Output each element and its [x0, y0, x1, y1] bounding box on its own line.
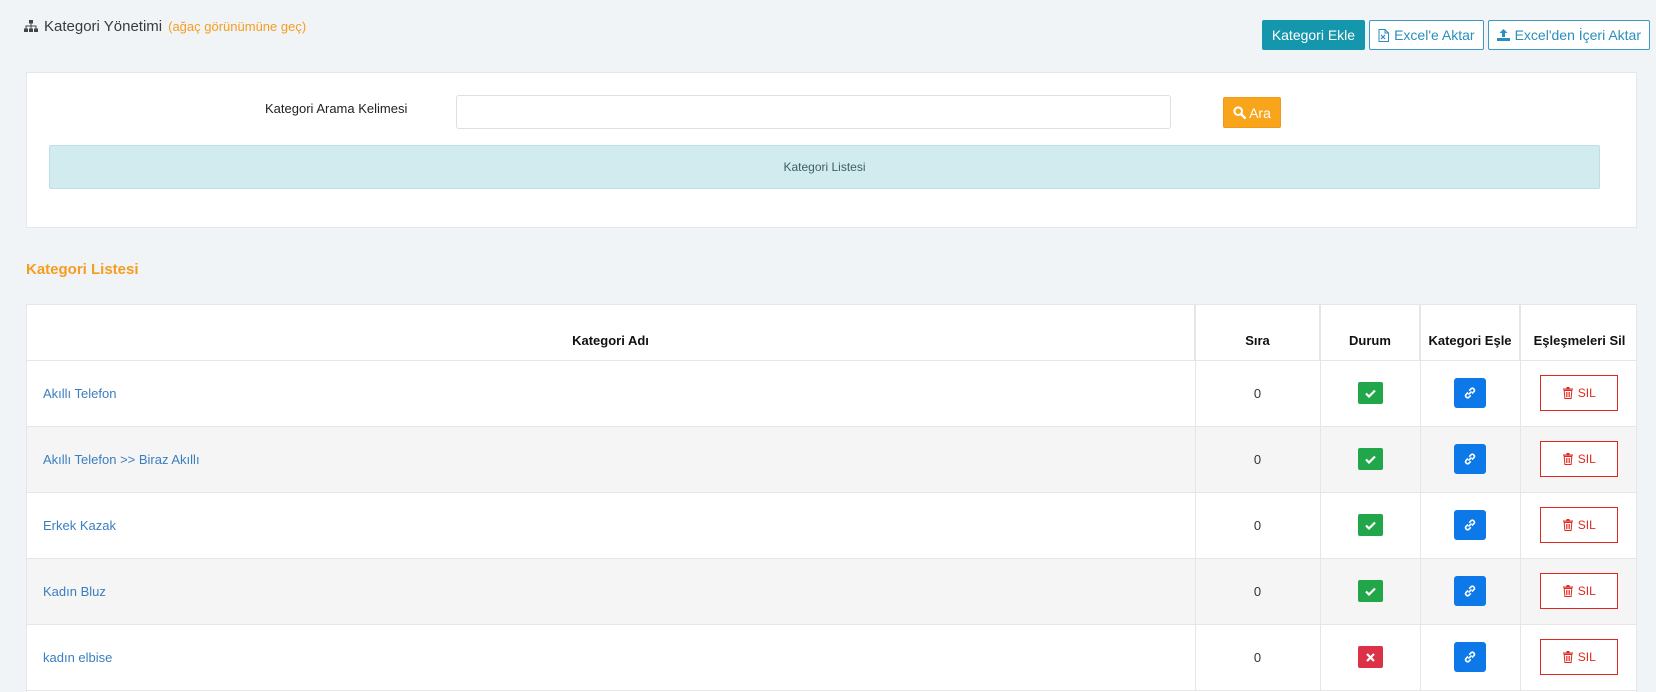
order-cell: 0 — [1195, 360, 1321, 427]
match-cell — [1420, 360, 1521, 427]
match-cell — [1420, 426, 1521, 493]
table-row: Erkek Kazak 0 SIL — [27, 492, 1636, 559]
table-body: Akıllı Telefon 0 SIL Akıllı Telefon >> Bira… — [27, 360, 1636, 691]
match-cell — [1420, 492, 1521, 559]
column-header-order[interactable]: Sıra — [1195, 305, 1321, 361]
unmatch-cell: SIL — [1520, 360, 1636, 427]
link-icon — [1464, 387, 1476, 399]
trash-icon — [1562, 453, 1573, 465]
status-cell — [1320, 426, 1421, 493]
table-row: kadın elbise 0 SIL — [27, 624, 1636, 691]
delete-matches-button[interactable]: SIL — [1540, 441, 1619, 477]
search-icon — [1233, 106, 1247, 119]
column-header-status[interactable]: Durum — [1320, 305, 1421, 361]
status-cell — [1320, 558, 1421, 625]
column-header-match: Kategori Eşle — [1420, 305, 1521, 361]
upload-icon — [1496, 29, 1510, 41]
delete-label: SIL — [1577, 584, 1596, 598]
category-name-link[interactable]: Akıllı Telefon — [43, 386, 116, 401]
category-name-link[interactable]: Akıllı Telefon >> Biraz Akıllı — [43, 452, 200, 467]
search-label: Kategori Arama Kelimesi — [265, 101, 408, 116]
import-excel-button[interactable]: Excel'den İçeri Aktar — [1487, 20, 1650, 50]
delete-label: SIL — [1577, 650, 1596, 664]
category-name-cell: kadın elbise — [27, 624, 1196, 691]
delete-label: SIL — [1577, 386, 1596, 400]
check-icon[interactable] — [1357, 382, 1383, 404]
table-row: Akıllı Telefon 0 SIL — [27, 360, 1636, 427]
trash-icon — [1562, 585, 1573, 597]
link-icon — [1464, 585, 1476, 597]
category-name-cell: Kadın Bluz — [27, 558, 1196, 625]
import-excel-label: Excel'den İçeri Aktar — [1514, 27, 1641, 43]
column-header-unmatch: Eşleşmeleri Sil — [1520, 305, 1636, 361]
order-cell: 0 — [1195, 492, 1321, 559]
check-icon[interactable] — [1357, 514, 1383, 536]
link-icon — [1464, 453, 1476, 465]
category-list-banner: Kategori Listesi — [49, 145, 1600, 189]
add-category-button[interactable]: Kategori Ekle — [1261, 20, 1366, 50]
order-cell: 0 — [1195, 624, 1321, 691]
order-cell: 0 — [1195, 558, 1321, 625]
delete-matches-button[interactable]: SIL — [1540, 507, 1619, 543]
match-category-button[interactable] — [1454, 378, 1486, 408]
check-icon[interactable] — [1357, 448, 1383, 470]
match-category-button[interactable] — [1454, 642, 1486, 672]
category-name-cell: Akıllı Telefon — [27, 360, 1196, 427]
category-name-link[interactable]: Kadın Bluz — [43, 584, 106, 599]
table-row: Kadın Bluz 0 SIL — [27, 558, 1636, 625]
sitemap-icon — [24, 20, 38, 32]
category-name-cell: Erkek Kazak — [27, 492, 1196, 559]
page-title: Kategori Yönetimi — [44, 18, 163, 35]
unmatch-cell: SIL — [1520, 492, 1636, 559]
status-cell — [1320, 360, 1421, 427]
status-cell — [1320, 492, 1421, 559]
check-icon[interactable] — [1357, 580, 1383, 602]
export-excel-label: Excel'e Aktar — [1394, 27, 1475, 43]
top-actions: Kategori Ekle Excel'e Aktar Excel'den İç… — [1261, 20, 1650, 50]
times-icon[interactable] — [1357, 646, 1383, 668]
delete-matches-button[interactable]: SIL — [1540, 375, 1619, 411]
delete-label: SIL — [1577, 452, 1596, 466]
table-row: Akıllı Telefon >> Biraz Akıllı 0 SIL — [27, 426, 1636, 493]
category-name-link[interactable]: Erkek Kazak — [43, 518, 116, 533]
file-excel-icon — [1378, 28, 1390, 42]
match-category-button[interactable] — [1454, 576, 1486, 606]
match-cell — [1420, 558, 1521, 625]
link-icon — [1464, 651, 1476, 663]
delete-matches-button[interactable]: SIL — [1540, 639, 1619, 675]
match-category-button[interactable] — [1454, 510, 1486, 540]
trash-icon — [1562, 651, 1573, 663]
category-table-card: Kategori Adı Sıra Durum Kategori Eşle Eş… — [26, 304, 1637, 692]
unmatch-cell: SIL — [1520, 426, 1636, 493]
trash-icon — [1562, 387, 1573, 399]
unmatch-cell: SIL — [1520, 624, 1636, 691]
search-input[interactable] — [456, 95, 1171, 129]
tree-view-link[interactable]: (ağaç görünümüne geç) — [168, 19, 306, 34]
page-header: Kategori Yönetimi (ağaç görünümüne geç) — [24, 18, 306, 35]
status-cell — [1320, 624, 1421, 691]
search-panel: Kategori Arama Kelimesi Ara Kategori Lis… — [26, 72, 1637, 228]
order-cell: 0 — [1195, 426, 1321, 493]
delete-matches-button[interactable]: SIL — [1540, 573, 1619, 609]
table-header-row: Kategori Adı Sıra Durum Kategori Eşle Eş… — [27, 305, 1636, 361]
category-name-link[interactable]: kadın elbise — [43, 650, 112, 665]
column-header-name[interactable]: Kategori Adı — [27, 305, 1196, 361]
search-button-label: Ara — [1249, 104, 1271, 121]
match-category-button[interactable] — [1454, 444, 1486, 474]
category-table: Kategori Adı Sıra Durum Kategori Eşle Eş… — [27, 305, 1636, 691]
link-icon — [1464, 519, 1476, 531]
search-button[interactable]: Ara — [1223, 97, 1281, 128]
category-name-cell: Akıllı Telefon >> Biraz Akıllı — [27, 426, 1196, 493]
unmatch-cell: SIL — [1520, 558, 1636, 625]
match-cell — [1420, 624, 1521, 691]
export-excel-button[interactable]: Excel'e Aktar — [1369, 20, 1484, 50]
section-title: Kategori Listesi — [26, 261, 139, 278]
delete-label: SIL — [1577, 518, 1596, 532]
trash-icon — [1562, 519, 1573, 531]
